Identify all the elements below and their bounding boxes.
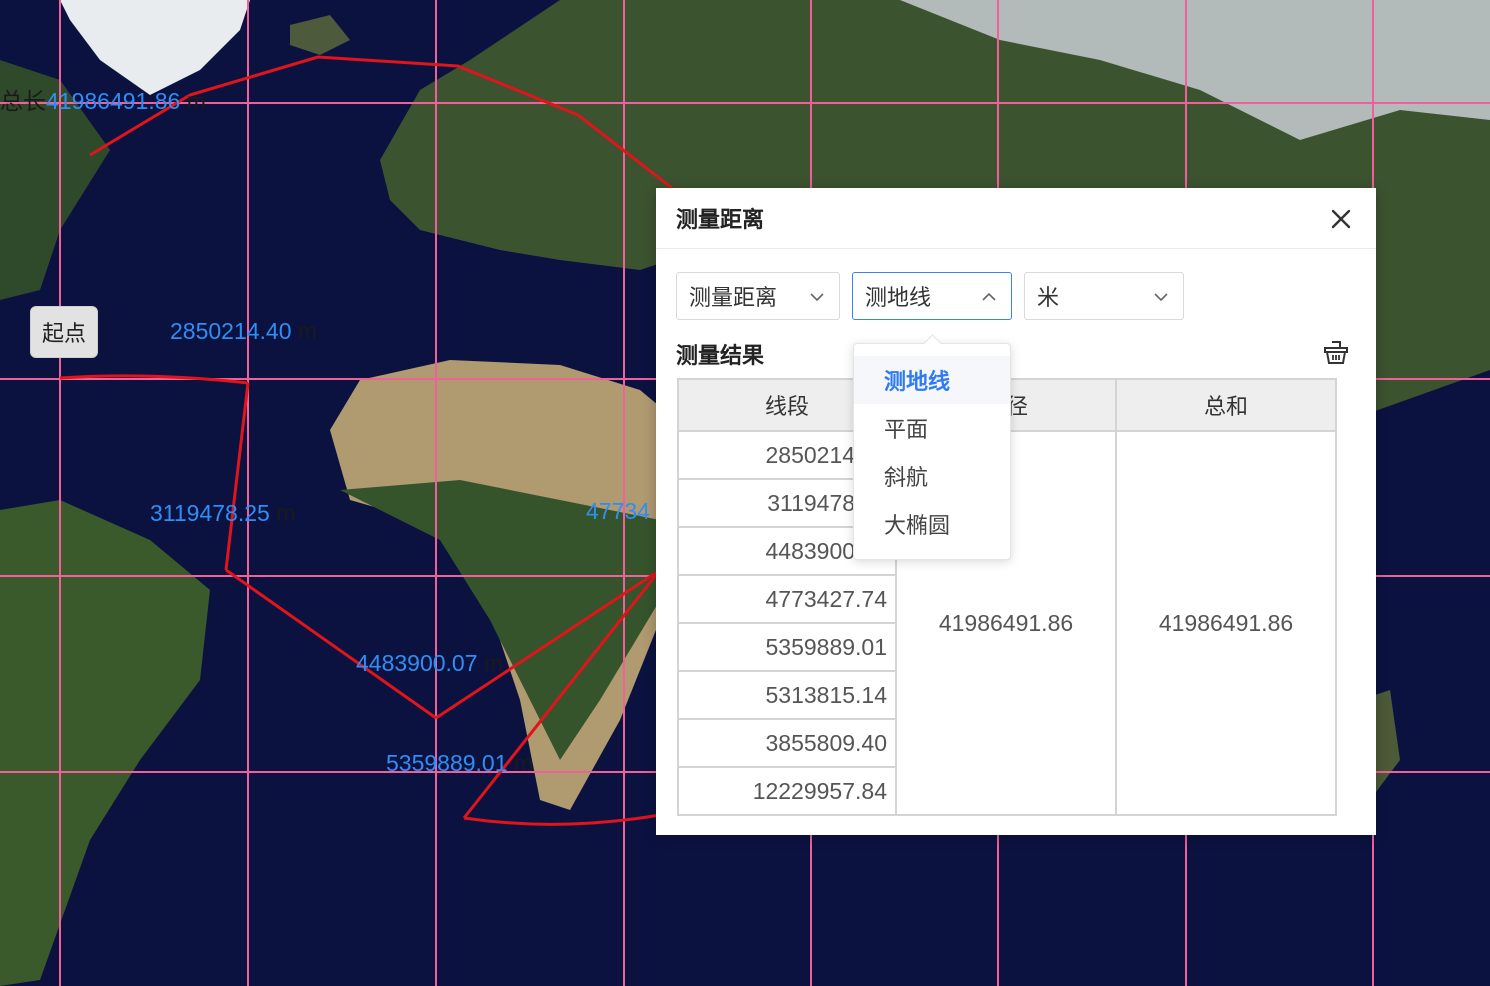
- segment-label-3: 4483900.07 m: [356, 650, 504, 676]
- total-distance-label: 总长41986491.86 m: [0, 88, 206, 114]
- unit-select[interactable]: 米: [1024, 272, 1184, 320]
- table-cell-segment: 4773427.74: [677, 574, 897, 624]
- mode-select[interactable]: 测量距离: [676, 272, 840, 320]
- table-cell-segment: 3855809.40: [677, 718, 897, 768]
- measure-panel: 测量距离 测量距离 测地线 米 测量结果 线段 路径 总和: [656, 188, 1376, 835]
- unit-select-value: 米: [1037, 286, 1060, 311]
- line-type-select[interactable]: 测地线: [852, 272, 1012, 320]
- segment-label-1: 2850214.40 m: [170, 318, 318, 344]
- close-icon[interactable]: [1328, 206, 1354, 232]
- table-cell-segment: 12229957.84: [677, 766, 897, 816]
- table-header-total: 总和: [1115, 378, 1337, 432]
- panel-header: 测量距离: [656, 188, 1376, 249]
- line-type-dropdown: 测地线 平面 斜航 大椭圆: [853, 343, 1011, 560]
- segment-label-2: 3119478.25 m: [150, 500, 296, 526]
- dropdown-option-geodesic[interactable]: 测地线: [854, 356, 1010, 404]
- table-cell-segment: 5313815.14: [677, 670, 897, 720]
- segment-label-5: 47734: [586, 498, 650, 524]
- basket-icon[interactable]: [1322, 338, 1350, 366]
- mode-select-value: 测量距离: [689, 286, 778, 311]
- chevron-up-icon: [982, 292, 996, 301]
- dropdown-option-planar[interactable]: 平面: [854, 404, 1010, 452]
- start-point-label: 起点: [30, 306, 98, 358]
- chevron-down-icon: [810, 293, 824, 302]
- segment-label-4: 5359889.01 m: [386, 750, 534, 776]
- table-cell-total: 41986491.86: [1115, 430, 1337, 816]
- line-type-select-value: 测地线: [865, 286, 932, 311]
- dropdown-option-great-ellipse[interactable]: 大椭圆: [854, 500, 1010, 548]
- dropdown-option-rhumb[interactable]: 斜航: [854, 452, 1010, 500]
- chevron-down-icon: [1154, 293, 1168, 302]
- result-title: 测量结果: [676, 344, 765, 369]
- panel-title: 测量距离: [676, 208, 765, 233]
- table-cell-segment: 5359889.01: [677, 622, 897, 672]
